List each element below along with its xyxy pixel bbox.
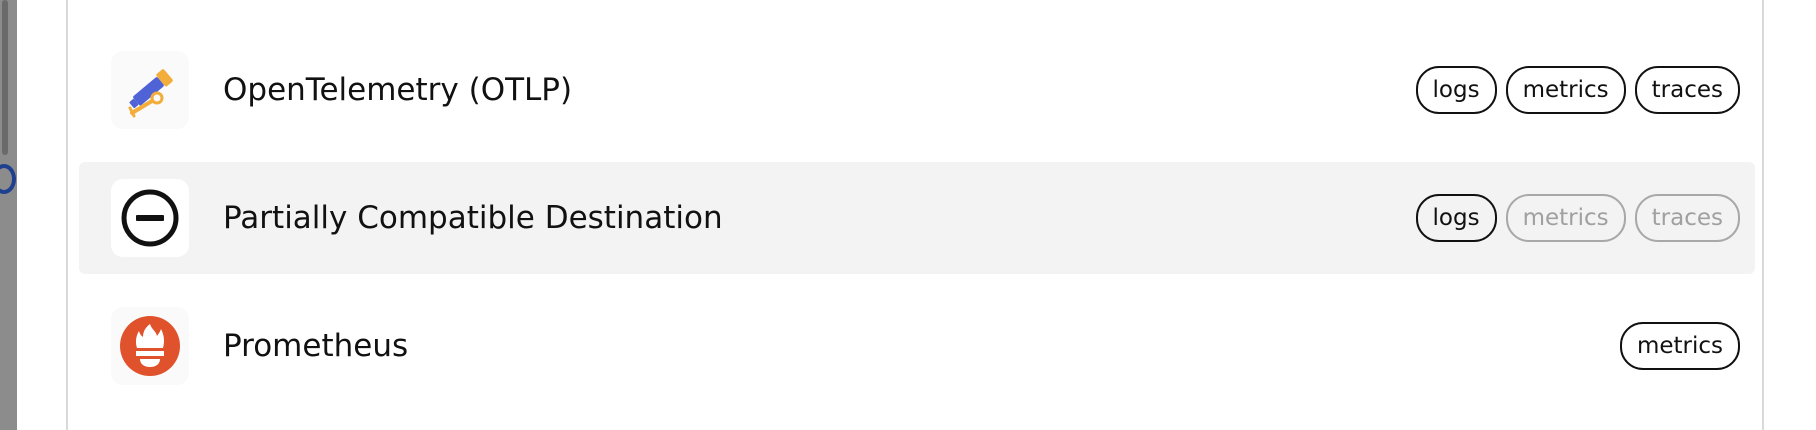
minus-circle-icon	[111, 179, 189, 257]
left-scrollbar[interactable]	[0, 0, 17, 430]
signal-tags: metrics	[1619, 322, 1740, 370]
destination-list-screen: OpenTelemetry (OTLP) logs metrics traces…	[0, 0, 1816, 430]
destination-name: OpenTelemetry (OTLP)	[223, 72, 573, 108]
tag-logs: logs	[1415, 194, 1497, 242]
tag-metrics: metrics	[1619, 322, 1740, 370]
signal-tags: logs metrics traces	[1415, 194, 1740, 242]
scrollbar-thumb[interactable]	[2, 0, 8, 155]
destination-name: Partially Compatible Destination	[223, 200, 723, 236]
destination-list-panel: OpenTelemetry (OTLP) logs metrics traces…	[66, 0, 1764, 430]
destination-row-partially-compatible[interactable]: Partially Compatible Destination logs me…	[79, 162, 1755, 274]
signal-tags: logs metrics traces	[1415, 66, 1740, 114]
tag-traces: traces	[1634, 66, 1740, 114]
prometheus-flame-icon	[111, 307, 189, 385]
tag-logs: logs	[1415, 66, 1497, 114]
destination-name: Prometheus	[223, 328, 409, 364]
telescope-icon	[111, 51, 189, 129]
tag-metrics-disabled: metrics	[1505, 194, 1626, 242]
destination-row-prometheus[interactable]: Prometheus metrics	[79, 290, 1755, 402]
tag-traces-disabled: traces	[1634, 194, 1740, 242]
destination-row-otlp[interactable]: OpenTelemetry (OTLP) logs metrics traces	[79, 34, 1755, 146]
tag-metrics: metrics	[1505, 66, 1626, 114]
